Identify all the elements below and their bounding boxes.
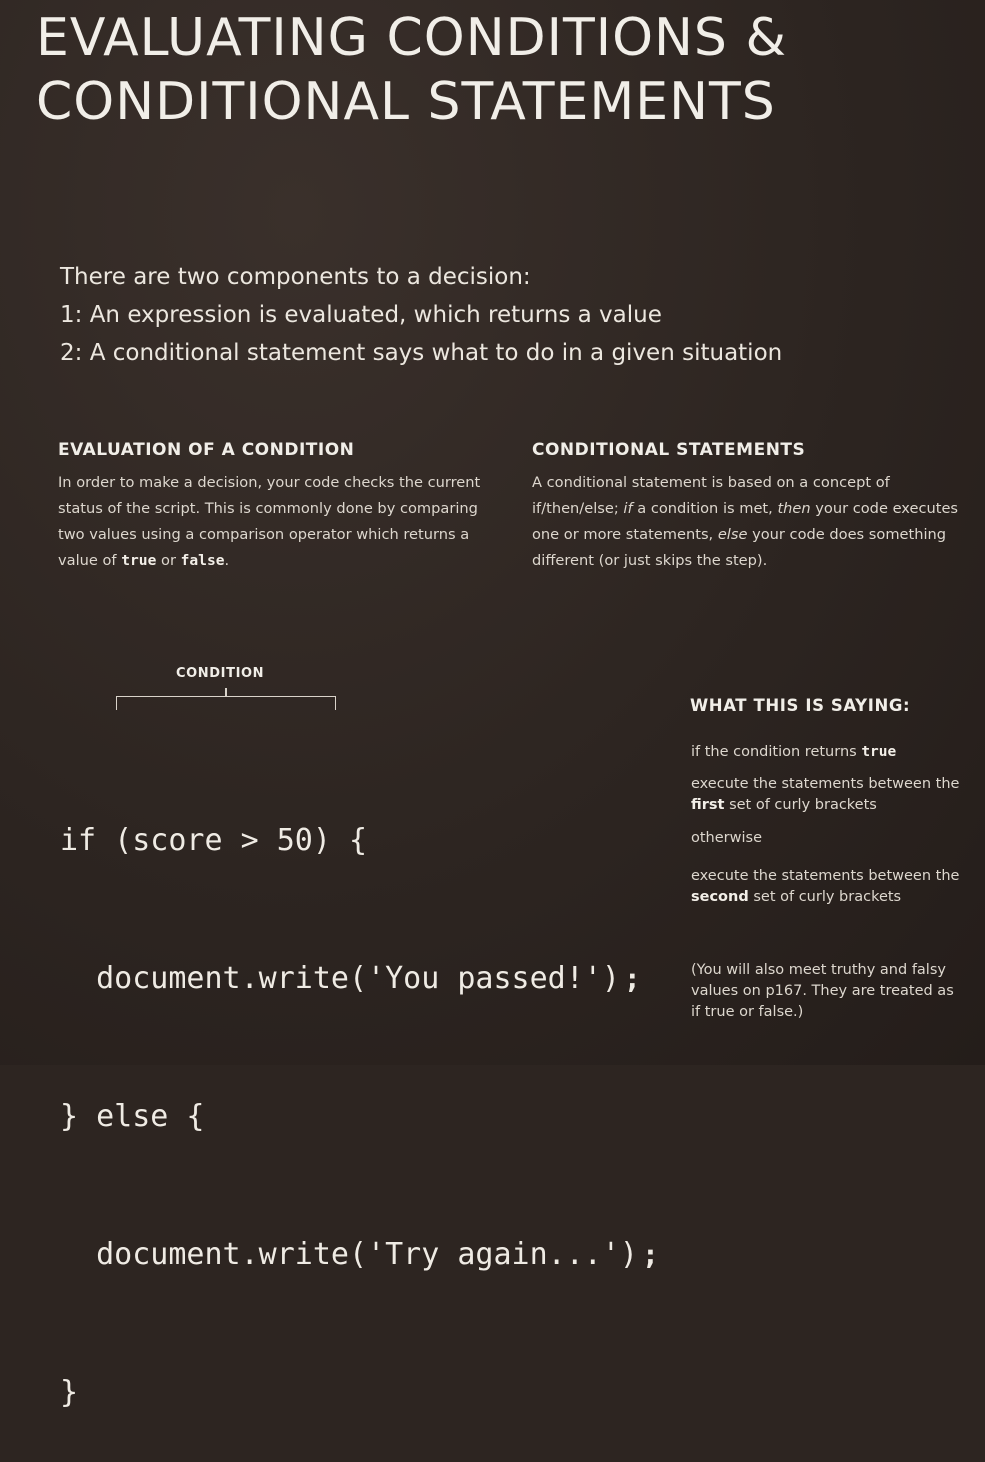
intro-text: There are two components to a decision: … bbox=[60, 258, 960, 372]
code-example: if (score > 50) { document.write('You pa… bbox=[60, 726, 659, 1462]
or-word: or bbox=[156, 552, 181, 569]
conditional-paragraph: A conditional statement is based on a co… bbox=[532, 470, 962, 574]
code-line-2-text: document.write('You passed!') bbox=[60, 961, 620, 996]
explanation-3-text: otherwise bbox=[691, 830, 762, 846]
conditional-section: CONDITIONAL STATEMENTS A conditional sta… bbox=[532, 440, 962, 574]
evaluation-heading: EVALUATION OF A CONDITION bbox=[58, 440, 355, 460]
code-line-4-semicolon: ; bbox=[641, 1238, 659, 1271]
then-word: then bbox=[777, 500, 811, 517]
code-line-1: if (score > 50) { bbox=[60, 818, 659, 864]
truthy-note: (You will also meet truthy and falsy val… bbox=[691, 962, 954, 1020]
code-line-4-text: document.write('Try again...') bbox=[60, 1237, 638, 1272]
page-title: EVALUATING CONDITIONS & CONDITIONAL STAT… bbox=[36, 6, 976, 134]
intro-line-3: 2: A conditional statement says what to … bbox=[60, 340, 783, 366]
explanation-heading: WHAT THIS IS SAYING: bbox=[690, 696, 911, 715]
evaluation-section: EVALUATION OF A CONDITION In order to ma… bbox=[58, 440, 498, 574]
explanation-2-end: set of curly brackets bbox=[724, 797, 877, 813]
true-keyword: true bbox=[121, 552, 157, 569]
explanation-4-text: execute the statements between the bbox=[691, 868, 960, 884]
evaluation-paragraph: In order to make a decision, your code c… bbox=[58, 470, 498, 574]
condition-label: CONDITION bbox=[176, 666, 265, 681]
code-line-5: } bbox=[60, 1370, 659, 1416]
explanation-4: execute the statements between the secon… bbox=[691, 866, 976, 908]
explanation-4-end: set of curly brackets bbox=[748, 889, 902, 905]
explanation-1-text: if the condition returns bbox=[691, 744, 862, 760]
title-line-2: CONDITIONAL STATEMENTS bbox=[36, 72, 776, 132]
explanation-2: execute the statements between the first… bbox=[691, 774, 976, 816]
code-line-2: document.write('You passed!'); bbox=[60, 956, 659, 1002]
intro-line-1: There are two components to a decision: bbox=[60, 264, 531, 290]
else-word: else bbox=[717, 526, 748, 543]
explanation-2-text: execute the statements between the bbox=[691, 776, 960, 792]
code-line-1-text: if (score > 50) { bbox=[60, 823, 368, 858]
explanation-1: if the condition returns true bbox=[691, 742, 976, 763]
condition-bracket bbox=[116, 696, 336, 710]
code-line-3-text: } else { bbox=[60, 1099, 205, 1134]
intro-line-2: 1: An expression is evaluated, which ret… bbox=[60, 302, 662, 328]
code-line-2-semicolon: ; bbox=[623, 962, 641, 995]
explanation-1-true: true bbox=[861, 744, 897, 760]
explanation-3: otherwise bbox=[691, 828, 976, 849]
conditional-heading: CONDITIONAL STATEMENTS bbox=[532, 440, 806, 460]
code-line-4: document.write('Try again...'); bbox=[60, 1232, 659, 1278]
code-line-5-text: } bbox=[60, 1375, 79, 1410]
explanation-4-second: second bbox=[691, 889, 749, 905]
false-keyword: false bbox=[180, 552, 225, 569]
code-line-3: } else { bbox=[60, 1094, 659, 1140]
if-word: if bbox=[623, 500, 633, 517]
title-line-1: EVALUATING CONDITIONS & bbox=[36, 8, 787, 68]
explanation-2-first: first bbox=[691, 797, 725, 813]
conditional-text-2: a condition is met, bbox=[632, 500, 778, 517]
evaluation-end: . bbox=[224, 552, 230, 569]
